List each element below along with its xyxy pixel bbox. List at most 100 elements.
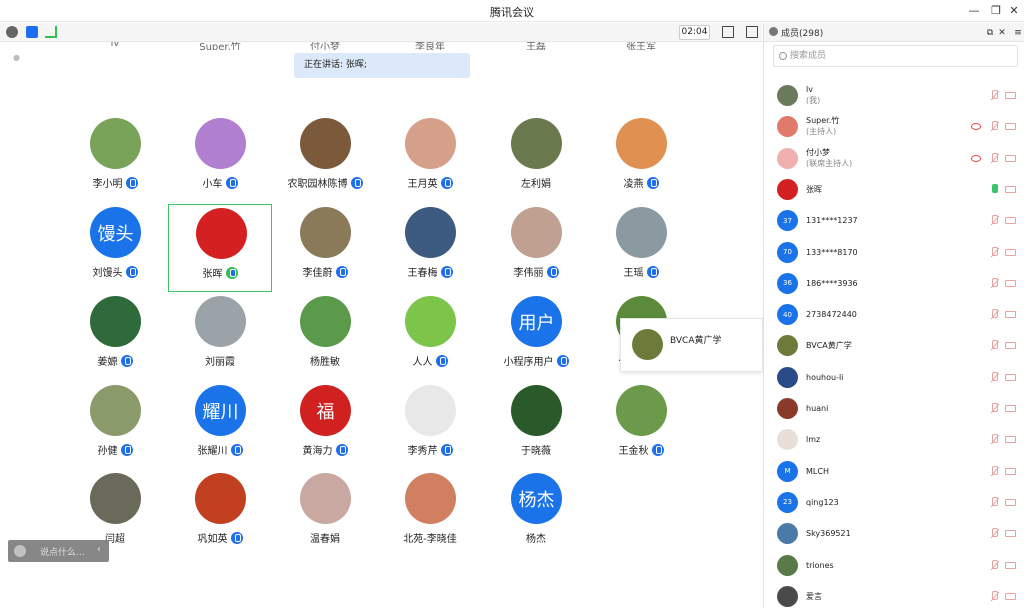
participant-tile[interactable]: 凌燕 (589, 115, 693, 203)
close-icon[interactable]: ✕ (1006, 3, 1022, 19)
mic-icon[interactable] (988, 277, 998, 289)
avatar (405, 473, 456, 524)
participant-tile[interactable]: 杨胜敏 (273, 293, 377, 381)
mic-icon[interactable] (988, 89, 998, 101)
member-row[interactable]: lv (我) (764, 80, 1024, 111)
camera-icon[interactable] (1005, 185, 1016, 193)
participant-tile[interactable]: 杨杰 杨杰 (484, 470, 588, 558)
member-row[interactable]: Sky369521 (764, 518, 1024, 549)
camera-icon[interactable] (1005, 467, 1016, 475)
camera-icon[interactable] (1005, 561, 1016, 569)
mic-icon[interactable] (988, 402, 998, 414)
signal-icon[interactable] (45, 26, 57, 38)
participant-tile[interactable]: 李秀芹 (378, 382, 482, 470)
participant-tile[interactable]: 温春娟 (273, 470, 377, 558)
participant-tile[interactable]: 用户 小程序用户 (484, 293, 588, 381)
participant-tile[interactable]: 王金秋 (589, 382, 693, 470)
member-row[interactable]: triones (764, 550, 1024, 581)
camera-icon[interactable] (1005, 592, 1016, 600)
camera-icon[interactable] (1005, 154, 1016, 162)
mic-icon[interactable] (988, 339, 998, 351)
participant-tile[interactable]: 左利娟 (484, 115, 588, 203)
participant-tile[interactable]: 张晖 (168, 204, 272, 292)
shield-icon[interactable] (26, 26, 38, 38)
member-row[interactable]: 付小梦 (联席主持人) (764, 143, 1024, 174)
mic-icon[interactable] (988, 496, 998, 508)
camera-icon[interactable] (1005, 311, 1016, 319)
mic-icon[interactable] (988, 465, 998, 477)
mic-icon[interactable] (988, 308, 998, 320)
menu-icon[interactable]: ≡ (1010, 25, 1024, 41)
layout-icon[interactable] (746, 26, 758, 38)
participant-tile[interactable]: 巩如英 (168, 470, 272, 558)
mic-icon (546, 266, 559, 278)
camera-icon[interactable] (1005, 530, 1016, 538)
mic-icon[interactable] (988, 590, 998, 602)
mic-icon[interactable] (988, 183, 998, 195)
participant-tile[interactable]: 王春梅 (378, 204, 482, 292)
participant-tile[interactable]: 人人 (378, 293, 482, 381)
participant-tile[interactable]: 王瑶 (589, 204, 693, 292)
mic-icon[interactable] (988, 371, 998, 383)
member-row[interactable]: 70 133****8170 (764, 237, 1024, 268)
member-row[interactable]: BVCA黄广学 (764, 330, 1024, 361)
camera-icon[interactable] (1005, 436, 1016, 444)
mic-icon[interactable] (988, 559, 998, 571)
participant-label: 王月英 (378, 175, 482, 190)
member-row[interactable]: Super.竹 (主持人) (764, 111, 1024, 142)
info-icon[interactable] (6, 26, 18, 38)
fullscreen-icon[interactable] (722, 26, 734, 38)
participant-tile[interactable]: 农职园林陈博 (273, 115, 377, 203)
member-row[interactable]: 爱言 (764, 581, 1024, 608)
restore-icon[interactable]: ❐ (988, 3, 1004, 19)
member-row[interactable]: 40 2738472440 (764, 299, 1024, 330)
participant-tile[interactable]: 北苑-李晓佳 (378, 470, 482, 558)
camera-icon[interactable] (1005, 342, 1016, 350)
camera-icon[interactable] (1005, 217, 1016, 225)
participant-tile[interactable]: 李佳蔚 (273, 204, 377, 292)
participant-tile[interactable]: 姜嫄 (63, 293, 167, 381)
member-row[interactable]: 23 qing123 (764, 487, 1024, 518)
minimize-icon[interactable]: — (966, 3, 982, 19)
member-row[interactable]: houhou-li (764, 362, 1024, 393)
participant-tile[interactable]: 小车 (168, 115, 272, 203)
camera-icon[interactable] (1005, 373, 1016, 381)
mic-icon[interactable] (988, 214, 998, 226)
mic-icon[interactable] (988, 433, 998, 445)
mic-icon[interactable] (988, 246, 998, 258)
member-row[interactable]: 36 186****3936 (764, 268, 1024, 299)
member-row[interactable]: M MLCH (764, 456, 1024, 487)
camera-icon[interactable] (1005, 92, 1016, 99)
speaker-popup[interactable]: BVCA黄广学 (620, 318, 763, 372)
member-row[interactable]: 张晖 (764, 174, 1024, 205)
mic-icon[interactable] (988, 152, 998, 164)
mic-icon (120, 444, 133, 456)
close-panel-icon[interactable]: ✕ (994, 25, 1010, 41)
member-row[interactable]: huani (764, 393, 1024, 424)
participant-tile[interactable]: 李伟丽 (484, 204, 588, 292)
participant-label: 王金秋 (589, 442, 693, 457)
participant-tile[interactable]: 福黄海力 (273, 382, 377, 470)
chat-input[interactable]: 说点什么... ‹ (8, 540, 109, 562)
mic-icon (120, 355, 133, 367)
camera-icon[interactable] (1005, 279, 1016, 287)
member-row[interactable]: lmz (764, 424, 1024, 455)
camera-icon[interactable] (1005, 248, 1016, 256)
participant-tile[interactable]: 王月英 (378, 115, 482, 203)
mic-icon[interactable] (988, 527, 998, 539)
mic-icon[interactable] (988, 120, 998, 132)
camera-icon[interactable] (1005, 123, 1016, 131)
participant-tile[interactable]: 馒头 刘馒头 (63, 204, 167, 292)
member-name-text: Sky369521 (806, 529, 851, 539)
participant-tile[interactable]: 耀川 张耀川 (168, 382, 272, 470)
member-row[interactable]: 37 131****1237 (764, 205, 1024, 236)
participant-tile[interactable]: 孙健 (63, 382, 167, 470)
camera-icon[interactable] (1005, 498, 1016, 506)
participant-tile[interactable]: 刘丽霞 (168, 293, 272, 381)
camera-icon[interactable] (1005, 405, 1016, 412)
member-search-input[interactable]: 搜索成员 (773, 45, 1018, 67)
participant-tile[interactable]: 于晓薇 (484, 382, 588, 470)
participant-tile[interactable]: 李小明 (63, 115, 167, 203)
emoji-icon[interactable] (14, 545, 26, 557)
chevron-left-icon[interactable]: ‹ (97, 544, 101, 555)
